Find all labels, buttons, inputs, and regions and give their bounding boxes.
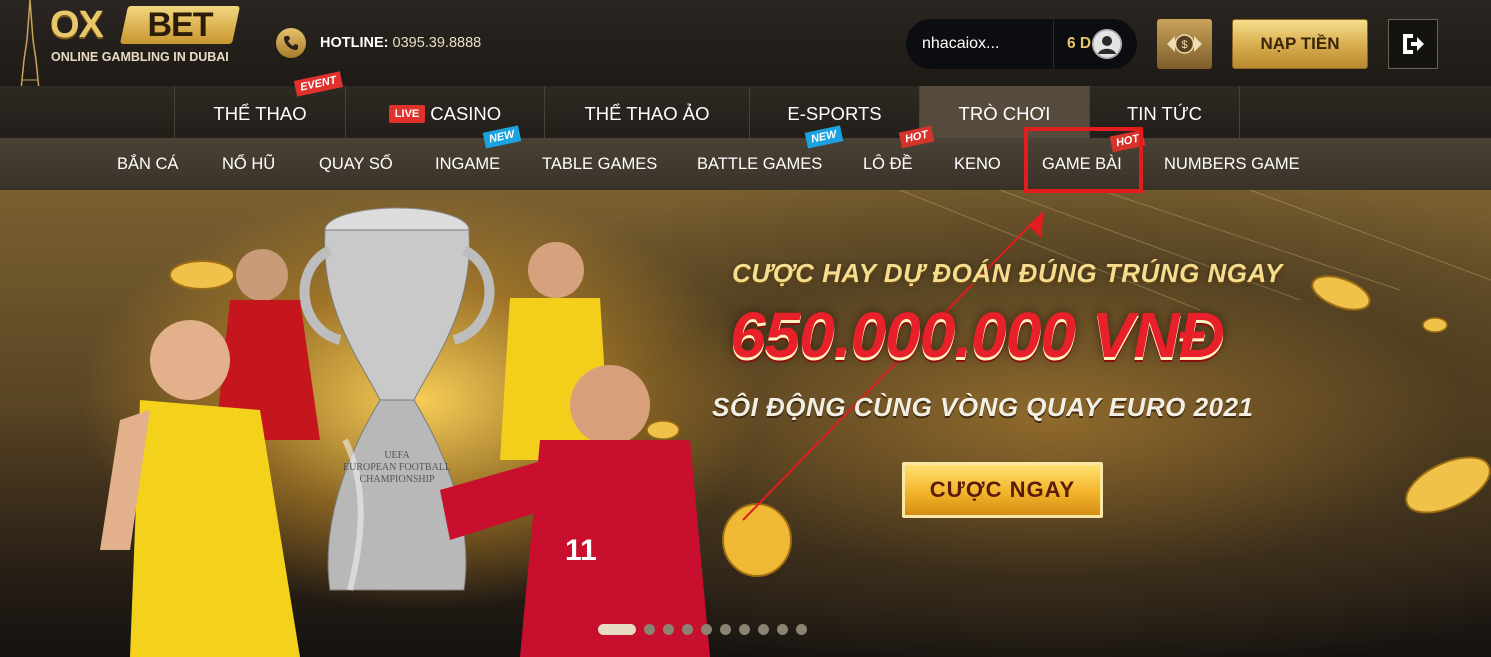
carousel-dot[interactable] [701, 623, 712, 635]
logo-bet-text: BET [147, 6, 213, 44]
currency-exchange-icon: $ [1167, 34, 1202, 54]
hotline-text: HOTLINE: 0395.39.8888 [320, 35, 481, 51]
hotline: HOTLINE: 0395.39.8888 [276, 28, 481, 58]
svg-text:11: 11 [565, 534, 597, 567]
logout-icon [1403, 34, 1424, 54]
carousel-dots [598, 623, 815, 635]
account-username: nhacaiox... [922, 35, 1000, 52]
tab-label: CASINO [430, 103, 502, 124]
subnav-item-numbers-game[interactable]: NUMBERS GAME [1164, 138, 1300, 190]
account-balance: 6 D [1067, 35, 1092, 52]
tab-the-thao-ao[interactable]: THỂ THAO ẢO [545, 86, 750, 138]
carousel-dot[interactable] [663, 623, 674, 635]
phone-icon [276, 28, 306, 58]
logo-bet-box: BET [119, 6, 241, 44]
svg-text:CHAMPIONSHIP: CHAMPIONSHIP [359, 474, 434, 485]
promo-banner[interactable]: UEFA EUROPEAN FOOTBALL CHAMPIONSHIP 11 C… [0, 190, 1491, 657]
main-nav: THỂ THAO EVENT LIVE CASINO THỂ THAO ẢO E-… [0, 71, 1491, 138]
svg-text:EUROPEAN FOOTBALL: EUROPEAN FOOTBALL [343, 462, 451, 473]
tab-label: E-SPORTS [787, 103, 882, 124]
logo-tagline: ONLINE GAMBLING IN DUBAI [51, 50, 229, 64]
logo-ox-text: OX [50, 4, 104, 46]
deposit-button[interactable]: NẠP TIỀN [1232, 19, 1368, 69]
carousel-dot[interactable] [598, 623, 636, 635]
exchange-button[interactable]: $ [1157, 19, 1212, 69]
logout-button[interactable] [1388, 19, 1438, 69]
subnav-item-table-games[interactable]: TABLE GAMES [542, 138, 657, 190]
live-badge: LIVE [388, 105, 426, 123]
subnav-item-battle-games[interactable]: BATTLE GAMES [697, 138, 822, 190]
hotline-label: HOTLINE: [320, 35, 389, 51]
account-pill[interactable]: nhacaiox... 6 D [906, 19, 1137, 69]
sub-nav: BẮN CÁ NỔ HŨ QUAY SỐ INGAME NEW TABLE GA… [0, 125, 1491, 190]
promo-headline: CƯỢC HAY DỰ ĐOÁN ĐÚNG TRÚNG NGAY [732, 258, 1283, 288]
subnav-item-quay-so[interactable]: QUAY SỐ [319, 138, 393, 190]
svg-text:$: $ [1181, 39, 1187, 51]
subnav-item-keno[interactable]: KENO [954, 138, 1001, 190]
tab-label: TRÒ CHƠI [958, 103, 1051, 124]
carousel-dot[interactable] [758, 623, 769, 635]
player-wales: 11 [440, 365, 710, 657]
tab-label: THỂ THAO [213, 103, 307, 124]
annotation-highlight-box [1024, 127, 1143, 193]
carousel-dot[interactable] [682, 623, 693, 635]
tab-label: TIN TỨC [1126, 103, 1203, 124]
tab-label: THỂ THAO ẢO [584, 103, 710, 124]
site-header: OX BET ONLINE GAMBLING IN DUBAI HOTLINE:… [0, 0, 1491, 138]
bet-now-button[interactable]: CƯỢC NGAY [902, 462, 1103, 518]
carousel-dot[interactable] [720, 623, 731, 635]
promo-amount: 650.000.000 VNĐ [730, 299, 1225, 371]
tab-the-thao[interactable]: THỂ THAO [174, 86, 346, 138]
hotline-number[interactable]: 0395.39.8888 [393, 35, 482, 51]
subnav-item-no-hu[interactable]: NỔ HŨ [222, 138, 275, 190]
account-divider [1053, 19, 1054, 69]
promo-subline: SÔI ĐỘNG CÙNG VÒNG QUAY EURO 2021 [712, 392, 1254, 422]
carousel-dot[interactable] [644, 623, 655, 635]
svg-text:UEFA: UEFA [384, 450, 410, 461]
carousel-dot[interactable] [796, 623, 807, 635]
carousel-dot[interactable] [777, 623, 788, 635]
subnav-item-ban-ca[interactable]: BẮN CÁ [117, 138, 178, 190]
user-avatar-icon[interactable] [1092, 29, 1122, 59]
carousel-dot[interactable] [739, 623, 750, 635]
